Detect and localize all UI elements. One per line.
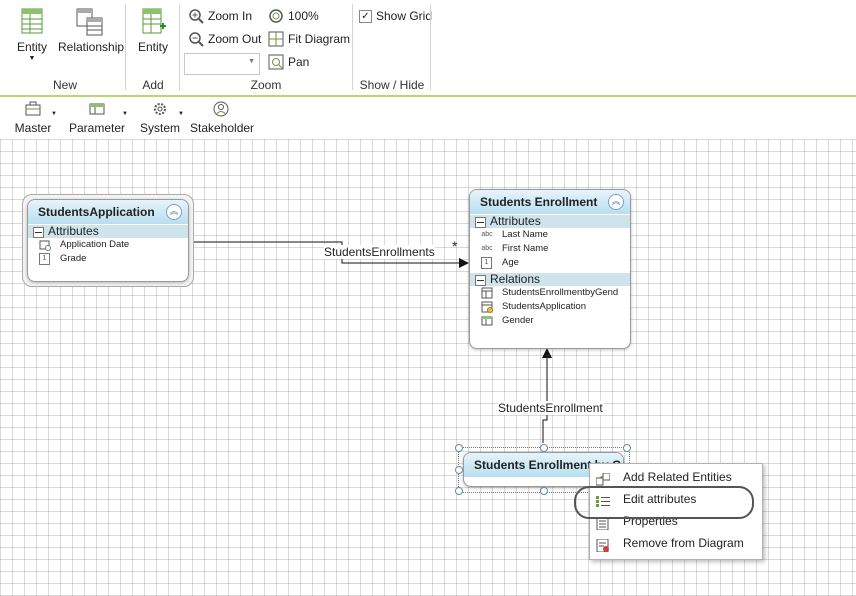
collapse-icon[interactable]: ︽ [166, 204, 182, 220]
attribute-label: Application Date [60, 239, 130, 250]
collapse-icon[interactable]: ︽ [608, 194, 624, 210]
menu-item-add-related-entities[interactable]: Add Related Entities [590, 466, 762, 488]
relation-icon [481, 301, 493, 313]
menu-item-label: Remove from Diagram [623, 536, 744, 550]
relation-icon [481, 287, 493, 299]
resize-handle[interactable] [455, 487, 463, 495]
collapse-section-icon[interactable] [475, 275, 486, 286]
section-label: Attributes [48, 224, 99, 238]
number-icon: 1 [481, 257, 492, 269]
connector-label: StudentsEnrollment [498, 401, 603, 415]
relation-row[interactable]: Gender [470, 314, 630, 328]
attribute-row[interactable]: 1 Age [470, 256, 630, 270]
section-header-attributes[interactable]: Attributes [470, 215, 630, 228]
entity-students-application[interactable]: StudentsApplication ︽ Attributes Applica… [27, 199, 189, 282]
calendar-icon [39, 239, 51, 251]
section-header-attributes[interactable]: Attributes [28, 225, 188, 238]
add-related-icon [595, 471, 611, 486]
collapse-section-icon[interactable] [33, 227, 44, 238]
entity-title: Students Enrollment [470, 190, 630, 214]
resize-handle[interactable] [455, 444, 463, 452]
attribute-row[interactable]: Application Date [28, 238, 188, 252]
remove-icon [596, 537, 610, 553]
highlight-ring [574, 486, 754, 519]
attribute-row[interactable]: abc Last Name [470, 228, 630, 242]
attribute-label: First Name [502, 243, 549, 254]
resize-handle[interactable] [540, 487, 548, 495]
section-header-relations[interactable]: Relations [470, 273, 630, 286]
collapse-section-icon[interactable] [475, 217, 486, 228]
entity-title: StudentsApplication [28, 200, 188, 224]
connector-label: StudentsEnrollments [324, 245, 435, 259]
attribute-row[interactable]: 1 Grade [28, 252, 188, 266]
relation-label: StudentsApplication [502, 301, 586, 312]
number-icon: 1 [39, 253, 50, 265]
relation-row[interactable]: StudentsEnrollmentbyGend [470, 286, 630, 300]
multiplicity-label: * [545, 350, 551, 366]
menu-item-label: Add Related Entities [623, 470, 732, 484]
resize-handle[interactable] [540, 444, 548, 452]
menu-item-remove-from-diagram[interactable]: Remove from Diagram [590, 532, 762, 554]
section-label: Attributes [490, 214, 541, 228]
relation-label: Gender [502, 315, 534, 326]
multiplicity-label: * [452, 238, 458, 254]
relation-row[interactable]: StudentsApplication [470, 300, 630, 314]
abc-icon: abc [481, 245, 493, 252]
attribute-label: Age [502, 257, 519, 268]
section-label: Relations [490, 272, 541, 286]
abc-icon: abc [481, 231, 493, 238]
attribute-label: Last Name [502, 229, 548, 240]
resize-handle[interactable] [623, 444, 631, 452]
relation-label: StudentsEnrollmentbyGend [502, 287, 619, 298]
table-icon [481, 315, 493, 327]
entity-students-enrollment[interactable]: Students Enrollment ︽ Attributes abc Last… [469, 189, 631, 349]
attribute-label: Grade [60, 253, 87, 264]
attribute-row[interactable]: abc First Name [470, 242, 630, 256]
resize-handle[interactable] [455, 466, 463, 474]
